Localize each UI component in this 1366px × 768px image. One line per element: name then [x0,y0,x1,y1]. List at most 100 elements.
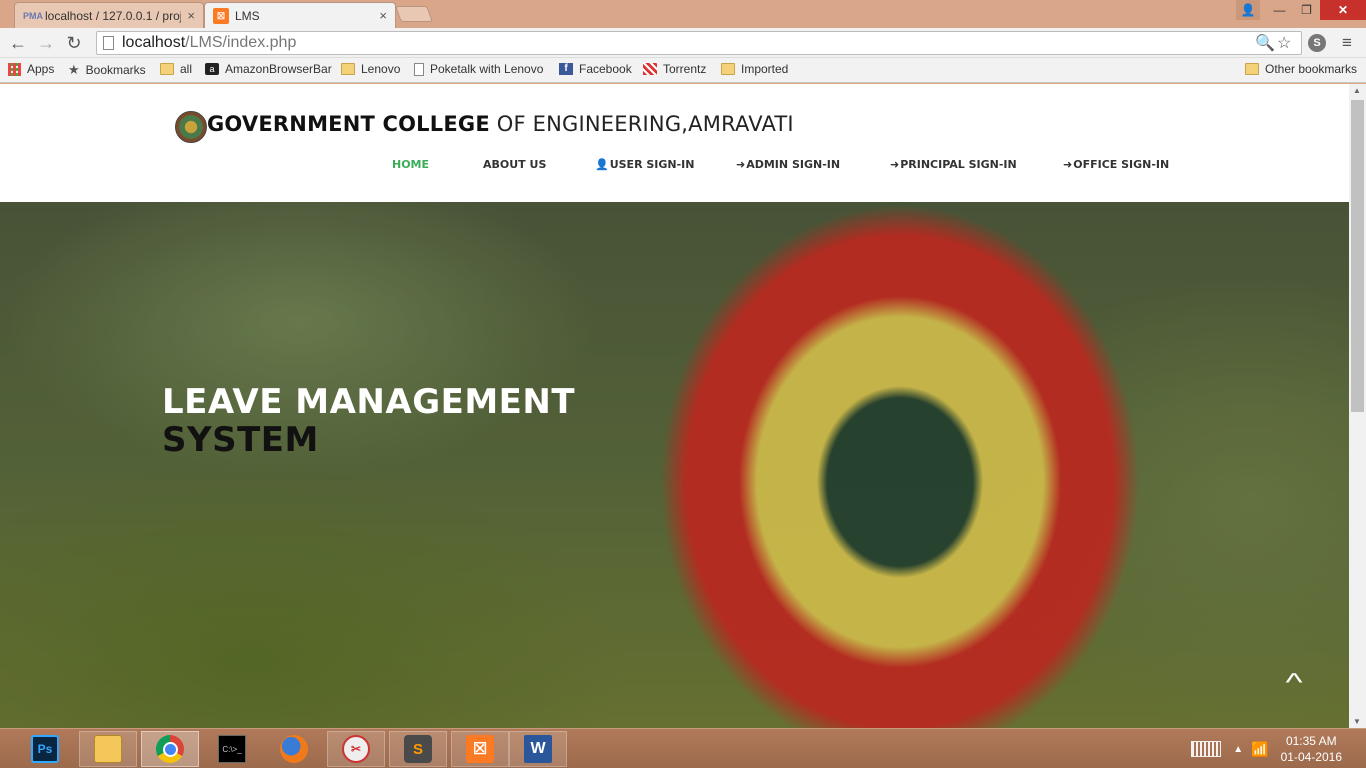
scroll-to-top-icon[interactable]: ^ [1274,668,1313,696]
word-icon: W [524,735,552,763]
tab-title: localhost / 127.0.0.1 / proj [45,8,182,23]
touch-keyboard-icon[interactable] [1191,741,1222,757]
chrome-icon [156,735,184,763]
taskbar-file-explorer[interactable] [79,731,137,767]
snipping-tool-icon: ✂ [342,735,370,763]
folder-icon [341,63,355,75]
nav-label: HOME [392,158,430,171]
search-icon[interactable]: 🔍 [1255,32,1275,56]
bookmark-label: all [180,62,193,76]
bookmark-bookmarks[interactable]: ★ Bookmarks [68,62,146,78]
bookmark-label: Apps [27,62,55,76]
scroll-down-arrow[interactable]: ▼ [1353,717,1361,726]
bookmark-facebook[interactable]: f Facebook [559,62,632,76]
browser-titlebar: PMA localhost / 127.0.0.1 / proj × ☒ LMS… [0,0,1366,28]
nav-about-us[interactable]: ABOUT US [483,158,546,171]
close-tab-icon[interactable]: × [187,8,195,23]
network-icon[interactable]: 📶 [1251,741,1268,758]
other-bookmarks[interactable]: Other bookmarks [1245,62,1357,76]
apps-icon [8,62,21,76]
nav-label: PRINCIPAL SIGN-IN [900,158,1017,171]
taskbar-xampp[interactable]: ☒ [451,731,509,767]
page-icon [414,62,424,76]
back-button[interactable]: ← [8,33,28,53]
page-viewport: GOVERNMENT COLLEGE OF ENGINEERING,AMRAVA… [0,84,1349,728]
hero-title-line1: LEAVE MANAGEMENT [162,382,576,422]
maximize-button[interactable]: ❐ [1293,0,1320,20]
nav-user-sign-in[interactable]: 👤 USER SIGN-IN [595,158,695,171]
bookmark-apps[interactable]: Apps [8,62,54,76]
site-title[interactable]: GOVERNMENT COLLEGE OF ENGINEERING,AMRAVA… [207,112,794,136]
taskbar-photoshop[interactable]: Ps [16,731,74,767]
bookmark-all[interactable]: all [160,62,192,76]
tab-lms[interactable]: ☒ LMS × [204,2,396,28]
taskbar-chrome[interactable] [141,731,199,767]
taskbar-command-prompt[interactable]: C:\>_ [203,731,261,767]
address-bar[interactable]: localhost/LMS/index.php 🔍 ☆ [96,31,1302,55]
new-tab-button[interactable] [395,6,433,22]
close-tab-icon[interactable]: × [379,8,387,23]
firefox-icon [280,735,308,763]
scroll-up-arrow[interactable]: ▲ [1353,86,1361,95]
nav-principal-sign-in[interactable]: ➜ PRINCIPAL SIGN-IN [890,158,1017,171]
sign-in-icon: ➜ [1063,158,1073,171]
bookmark-star-icon[interactable]: ☆ [1277,32,1291,56]
taskbar-word[interactable]: W [509,731,567,767]
nav-label: OFFICE SIGN-IN [1073,158,1170,171]
browser-toolbar: ← → ↻ localhost/LMS/index.php 🔍 ☆ S ≡ [0,28,1366,58]
show-hidden-icons-icon[interactable]: ▲ [1233,744,1243,755]
nav-home[interactable]: HOME [392,158,429,171]
file-explorer-icon [94,735,122,763]
clock-date: 01-04-2016 [1280,750,1342,764]
user-icon[interactable]: 👤 [1236,0,1260,20]
bookmark-imported[interactable]: Imported [721,62,788,76]
bookmark-label: Imported [741,62,789,76]
tab-phpmyadmin[interactable]: PMA localhost / 127.0.0.1 / proj × [14,2,204,28]
bookmark-label: Poketalk with Lenovo [430,62,544,76]
minimize-button[interactable]: — [1266,0,1293,20]
folder-icon [1245,63,1259,75]
hero-background-image [0,202,1349,728]
sign-in-icon: ➜ [736,158,746,171]
taskbar-sublime-text[interactable]: S [389,731,447,767]
bookmark-poketalk[interactable]: Poketalk with Lenovo [414,62,543,76]
skype-extension-icon[interactable]: S [1308,34,1326,52]
torrentz-icon [643,63,657,75]
taskbar-snipping-tool[interactable]: ✂ [327,731,385,767]
college-logo [175,111,207,143]
taskbar-clock[interactable]: 01:35 AM 01-04-2016 [1281,733,1342,765]
forward-button[interactable]: → [36,33,56,53]
page-scrollbar[interactable]: ▲ ▼ [1349,84,1366,728]
nav-admin-sign-in[interactable]: ➜ ADMIN SIGN-IN [736,158,840,171]
window-controls: 👤 — ❐ ✕ [1236,0,1366,20]
bookmark-amazonbrowserbar[interactable]: a AmazonBrowserBar [205,62,332,76]
phpmyadmin-icon: PMA [23,10,43,21]
scrollbar-thumb[interactable] [1351,100,1364,412]
site-title-rest: OF ENGINEERING,AMRAVATI [489,112,794,136]
bookmark-label: Bookmarks [85,63,146,77]
nav-office-sign-in[interactable]: ➜ OFFICE SIGN-IN [1063,158,1169,171]
chrome-menu-icon[interactable]: ≡ [1342,33,1352,53]
sign-in-icon: ➜ [890,158,900,171]
bookmarks-bar: Apps ★ Bookmarks all a AmazonBrowserBar Le… [0,58,1366,83]
site-title-bold: GOVERNMENT COLLEGE [207,112,490,136]
bookmark-lenovo[interactable]: Lenovo [341,62,400,76]
amazon-icon: a [205,63,219,75]
bookmark-label: AmazonBrowserBar [225,62,332,76]
bookmark-label: Lenovo [361,62,401,76]
url-path: /LMS/index.php [185,34,297,51]
photoshop-icon: Ps [31,735,59,763]
clock-time: 01:35 AM [1285,734,1337,748]
xampp-icon: ☒ [466,735,494,763]
reload-button[interactable]: ↻ [64,33,84,53]
star-icon: ★ [68,62,80,77]
folder-icon [721,63,735,75]
url-host: localhost [122,34,186,51]
close-window-button[interactable]: ✕ [1320,0,1366,20]
nav-label: ADMIN SIGN-IN [746,158,841,171]
taskbar-firefox[interactable] [265,731,323,767]
folder-icon [160,63,174,75]
bookmark-label: Facebook [579,62,632,76]
bookmark-torrentz[interactable]: Torrentz [643,62,706,76]
site-header: GOVERNMENT COLLEGE OF ENGINEERING,AMRAVA… [0,84,1349,202]
